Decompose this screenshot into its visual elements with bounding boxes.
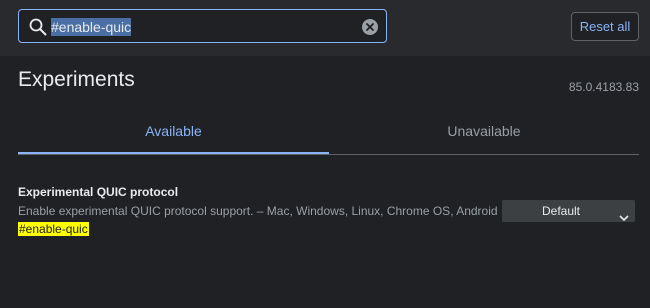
clear-icon[interactable] (362, 19, 378, 35)
page-title: Experiments (18, 68, 135, 91)
search-icon (29, 18, 47, 36)
flags-page: #enable-quic Reset all Experiments 85.0.… (0, 0, 650, 308)
header-bar: #enable-quic Reset all (0, 0, 650, 57)
experiment-state-select[interactable]: Default (502, 200, 635, 222)
tab-bar: Available Unavailable (18, 110, 639, 155)
search-box[interactable]: #enable-quic (18, 9, 387, 43)
version-label: 85.0.4183.83 (568, 80, 639, 94)
tab-available[interactable]: Available (18, 110, 329, 154)
tab-unavailable[interactable]: Unavailable (329, 110, 639, 153)
experiment-description: Enable experimental QUIC protocol suppor… (18, 204, 498, 218)
reset-all-button[interactable]: Reset all (571, 12, 639, 41)
experiment-title: Experimental QUIC protocol (18, 185, 179, 199)
experiment-permalink[interactable]: #enable-quic (18, 222, 89, 236)
chevron-down-icon (619, 207, 629, 229)
search-input[interactable]: #enable-quic (51, 16, 132, 38)
select-value: Default (541, 204, 581, 218)
search-query-text: #enable-quic (51, 18, 132, 36)
